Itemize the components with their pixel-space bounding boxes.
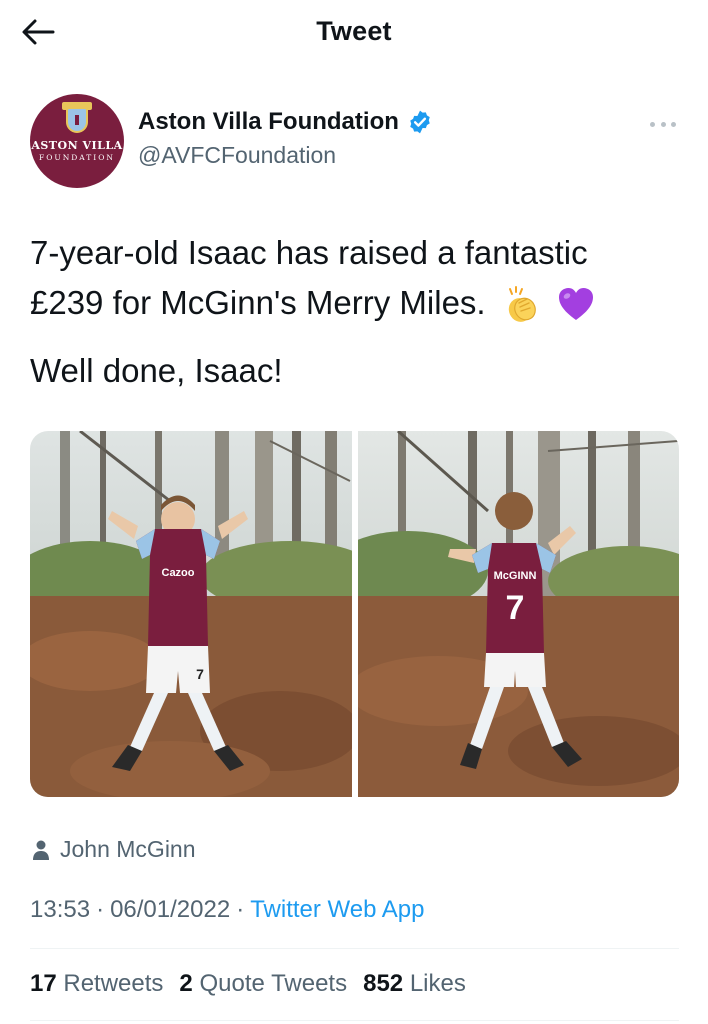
more-options-button[interactable] — [648, 114, 678, 134]
meta-separator: · — [236, 896, 245, 923]
dot-icon — [650, 121, 655, 127]
shirt-name-text: McGINN — [493, 570, 536, 582]
tweet-text-line3: Well done, Isaac! — [30, 352, 283, 389]
dot-icon — [671, 121, 676, 127]
shirt-sponsor-text: Cazoo — [162, 567, 195, 579]
meta-separator: · — [96, 896, 105, 923]
tweet-meta: 13:53 · 06/01/2022 · Twitter Web App — [30, 896, 425, 924]
top-bar: Tweet — [0, 0, 708, 64]
amount-raised: £239 — [30, 284, 104, 321]
person-icon — [33, 840, 49, 860]
shorts-number: 7 — [196, 666, 204, 682]
avatar[interactable]: ASTON VILLA FOUNDATION — [30, 94, 124, 188]
tweet-stats: 17 Retweets 2 Quote Tweets 852 Likes — [30, 970, 466, 998]
likes-label: Likes — [409, 970, 466, 997]
tweet-time[interactable]: 13:53 — [30, 896, 90, 923]
tweet-date[interactable]: 06/01/2022 — [110, 896, 230, 923]
tweet-text-line2: £239 for McGinn's Merry Miles. — [30, 278, 690, 328]
tweet-text-line1: 7-year-old Isaac has raised a fantastic — [30, 234, 588, 271]
quote-tweets-stat[interactable]: 2 Quote Tweets — [179, 970, 347, 998]
dot-icon — [660, 121, 666, 127]
retweets-count: 17 — [30, 970, 57, 997]
verified-badge-icon — [410, 110, 430, 134]
author-handle[interactable]: @AVFCFoundation — [138, 142, 433, 169]
purple-heart-icon — [558, 288, 593, 321]
retweets-stat[interactable]: 17 Retweets — [30, 970, 163, 998]
shirt-number-text: 7 — [505, 589, 524, 627]
tweet-source-link[interactable]: Twitter Web App — [250, 896, 424, 923]
divider — [30, 948, 679, 949]
tagged-user-name: John McGinn — [60, 836, 196, 862]
quote-tweets-label: Quote Tweets — [199, 970, 348, 997]
likes-stat[interactable]: 852 Likes — [363, 970, 466, 998]
author-block: Aston Villa Foundation @AVFCFoundation — [138, 108, 433, 169]
media-grid: Cazoo 7 McGINN 7 — [30, 431, 679, 797]
author-name[interactable]: Aston Villa Foundation — [138, 108, 399, 136]
tweet-photo-front[interactable]: Cazoo 7 — [30, 431, 352, 797]
avatar-text-line2: FOUNDATION — [39, 153, 115, 162]
quote-tweets-count: 2 — [179, 970, 193, 997]
page-title: Tweet — [316, 16, 392, 46]
tweet-photo-back[interactable]: McGINN 7 — [357, 431, 680, 797]
tagged-user[interactable]: John McGinn — [32, 836, 196, 863]
avatar-text-line1: ASTON VILLA — [31, 139, 123, 152]
lion-crest-icon — [66, 107, 88, 133]
divider — [30, 1020, 679, 1021]
tweet-text-line2-rest: for McGinn's Merry Miles. — [103, 284, 486, 321]
tweet-text: 7-year-old Isaac has raised a fantastic … — [30, 228, 690, 396]
likes-count: 852 — [363, 970, 404, 997]
retweets-label: Retweets — [63, 970, 164, 997]
clapping-hands-icon — [508, 286, 536, 323]
